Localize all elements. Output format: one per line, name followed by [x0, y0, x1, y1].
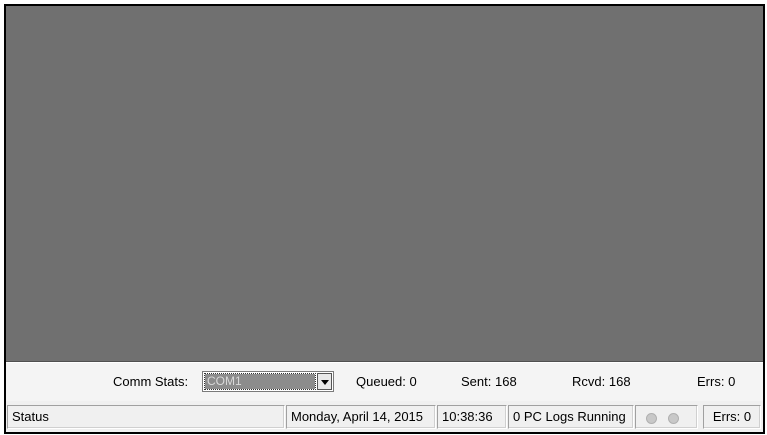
errs-value: 0: [728, 374, 736, 389]
sent-stat: Sent: 168: [461, 374, 517, 389]
rcvd-label: Rcvd:: [572, 374, 606, 389]
main-window: Comm Stats: COM1 Queued: 0 Sent: 168 Rcv…: [4, 4, 765, 434]
errs-panel: Errs: 0: [703, 405, 761, 429]
rcvd-value: 168: [608, 374, 631, 389]
date-panel: Monday, April 14, 2015: [286, 405, 436, 429]
errs-label: Errs:: [697, 374, 725, 389]
indicator-panel: [635, 405, 698, 429]
status-bar: Status Monday, April 14, 2015 10:38:36 0…: [6, 402, 763, 432]
queued-stat: Queued: 0: [356, 374, 417, 389]
comm-stats-label: Comm Stats:: [113, 374, 189, 389]
queued-value: 0: [409, 374, 417, 389]
sent-label: Sent:: [461, 374, 492, 389]
comm-stats-bar: Comm Stats: COM1 Queued: 0 Sent: 168 Rcv…: [6, 362, 763, 401]
led-icon: [646, 413, 657, 424]
logs-running-panel: 0 PC Logs Running: [508, 405, 634, 429]
queued-label: Queued:: [356, 374, 406, 389]
port-select[interactable]: COM1: [202, 371, 334, 392]
errs-stat: Errs: 0: [697, 374, 735, 389]
port-dropdown-button[interactable]: [317, 373, 332, 390]
workspace-area[interactable]: [6, 6, 763, 362]
sent-value: 168: [494, 374, 517, 389]
port-select-value: COM1: [204, 373, 316, 390]
chevron-down-icon: [321, 380, 329, 385]
status-panel: Status: [7, 405, 285, 429]
rcvd-stat: Rcvd: 168: [572, 374, 631, 389]
time-panel: 10:38:36: [437, 405, 507, 429]
led-icon: [668, 413, 679, 424]
